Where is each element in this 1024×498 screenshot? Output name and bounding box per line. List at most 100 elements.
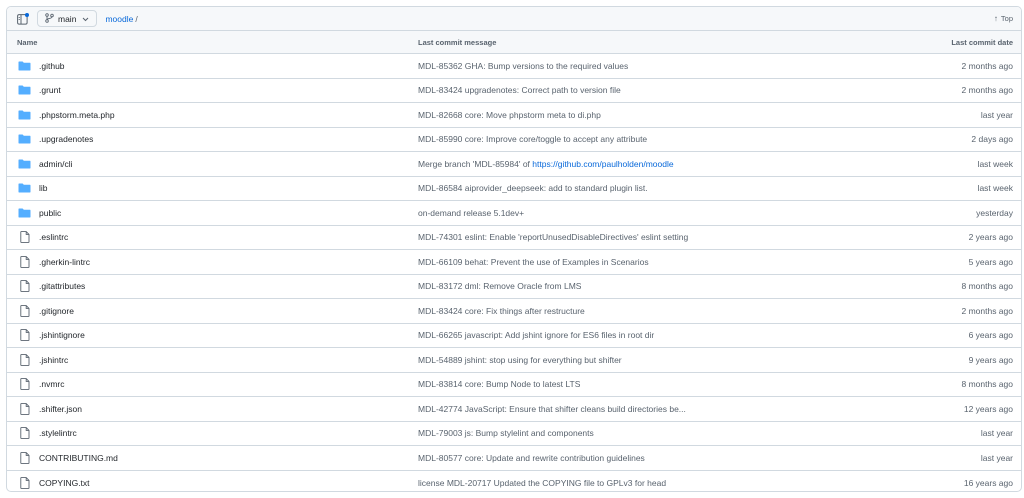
folder-icon	[18, 109, 31, 120]
file-name-link[interactable]: COPYING.txt	[39, 478, 90, 488]
commit-date-cell: 8 months ago	[961, 281, 1013, 292]
file-name-link[interactable]: .gitignore	[39, 306, 74, 316]
file-row[interactable]: .gitattributes MDL-83172 dml: Remove Orac…	[7, 275, 1021, 299]
file-name-link[interactable]: .phpstorm.meta.php	[39, 110, 115, 120]
commit-date-cell: 2 days ago	[971, 134, 1013, 145]
file-row[interactable]: .upgradenotes MDL-85990 core: Improve cor…	[7, 128, 1021, 152]
commit-date-cell: yesterday	[976, 207, 1013, 218]
commit-message-link[interactable]: MDL-83424 core: Fix things after restruc…	[418, 306, 585, 316]
chevron-down-icon	[82, 14, 89, 24]
branch-name: main	[58, 13, 77, 24]
file-icon	[18, 329, 31, 342]
folder-icon	[18, 207, 31, 218]
file-row[interactable]: .gherkin-lintrc MDL-66109 behat: Prevent …	[7, 250, 1021, 275]
commit-date-cell: 16 years ago	[963, 477, 1013, 488]
file-name-link[interactable]: admin/cli	[39, 159, 73, 169]
branch-icon	[45, 12, 54, 25]
file-icon	[18, 280, 31, 293]
commit-message-cell: MDL-85362 GHA: Bump versions to the requ…	[418, 61, 821, 71]
commit-date-cell: 2 years ago	[968, 232, 1013, 243]
file-name-link[interactable]: .jshintignore	[39, 330, 85, 340]
file-row[interactable]: .github MDL-85362 GHA: Bump versions to t…	[7, 54, 1021, 79]
file-name-cell: .jshintignore	[7, 329, 418, 342]
commit-message-url-link[interactable]: https://github.com/paulholden/moodle	[532, 159, 673, 169]
commit-message-link[interactable]: Merge branch 'MDL-85984' of	[418, 159, 532, 169]
folder-icon	[18, 85, 31, 96]
file-row[interactable]: .grunt MDL-83424 upgradenotes: Correct pa…	[7, 79, 1021, 103]
file-icon	[18, 353, 31, 366]
file-row[interactable]: CONTRIBUTING.md MDL-80577 core: Update an…	[7, 446, 1021, 471]
file-name-link[interactable]: CONTRIBUTING.md	[39, 453, 118, 463]
file-name-link[interactable]: .jshintrc	[39, 355, 68, 365]
commit-message-link[interactable]: MDL-42774 JavaScript: Ensure that shifte…	[418, 404, 686, 414]
file-name-link[interactable]: .stylelintrc	[39, 428, 77, 438]
top-link[interactable]: ↑ Top	[994, 14, 1013, 23]
file-name-link[interactable]: public	[39, 208, 61, 218]
file-row[interactable]: lib MDL-86584 aiprovider_deepseek: add to…	[7, 177, 1021, 201]
commit-message-link[interactable]: MDL-66109 behat: Prevent the use of Exam…	[418, 257, 649, 267]
file-name-link[interactable]: .shifter.json	[39, 404, 82, 414]
commit-date-cell: 5 years ago	[968, 256, 1013, 267]
commit-message-link[interactable]: MDL-74301 eslint: Enable 'reportUnusedDi…	[418, 232, 688, 242]
column-header-name: Name	[17, 37, 38, 47]
file-icon	[18, 451, 31, 464]
file-name-link[interactable]: .gherkin-lintrc	[39, 257, 90, 267]
file-icon	[18, 378, 31, 391]
side-panel-toggle-icon[interactable]	[15, 11, 31, 27]
file-icon	[18, 231, 31, 244]
breadcrumb-repo-link[interactable]: moodle	[105, 14, 133, 24]
file-row[interactable]: .nvmrc MDL-83814 core: Bump Node to lates…	[7, 373, 1021, 397]
file-name-link[interactable]: lib	[39, 183, 48, 193]
folder-icon	[18, 158, 31, 169]
file-name-link[interactable]: .gitattributes	[39, 281, 85, 291]
commit-message-link[interactable]: MDL-85362 GHA: Bump versions to the requ…	[418, 61, 628, 71]
table-header: Name Last commit message Last commit dat…	[7, 31, 1021, 54]
commit-message-cell: MDL-74301 eslint: Enable 'reportUnusedDi…	[418, 232, 821, 242]
commit-message-link[interactable]: MDL-79003 js: Bump stylelint and compone…	[418, 428, 594, 438]
file-name-link[interactable]: .eslintrc	[39, 232, 68, 242]
arrow-up-icon: ↑	[993, 14, 998, 23]
file-row[interactable]: admin/cli Merge branch 'MDL-85984' of htt…	[7, 152, 1021, 177]
commit-message-cell: Merge branch 'MDL-85984' of https://gith…	[418, 159, 821, 169]
commit-message-link[interactable]: MDL-83814 core: Bump Node to latest LTS	[418, 379, 580, 389]
file-row[interactable]: .jshintignore MDL-66265 javascript: Add j…	[7, 324, 1021, 348]
folder-icon	[18, 183, 31, 194]
file-name-link[interactable]: .grunt	[39, 85, 61, 95]
commit-message-link[interactable]: MDL-54889 jshint: stop using for everyth…	[418, 355, 622, 365]
file-icon	[18, 402, 31, 415]
commit-message-link[interactable]: license MDL-20717 Updated the COPYING fi…	[418, 478, 666, 488]
folder-icon	[18, 60, 31, 71]
file-name-cell: .gitattributes	[7, 280, 418, 293]
file-browser-toolbar: main moodle / ↑ Top	[7, 7, 1021, 31]
commit-message-link[interactable]: MDL-85990 core: Improve core/toggle to a…	[418, 134, 647, 144]
file-name-cell: lib	[7, 183, 418, 194]
column-header-message: Last commit message	[418, 37, 497, 47]
commit-message-cell: MDL-86584 aiprovider_deepseek: add to st…	[418, 183, 821, 193]
commit-message-link[interactable]: MDL-83424 upgradenotes: Correct path to …	[418, 85, 621, 95]
file-row[interactable]: public on-demand release 5.1dev+ yesterday	[7, 201, 1021, 226]
file-name-link[interactable]: .nvmrc	[39, 379, 65, 389]
commit-message-link[interactable]: MDL-82668 core: Move phpstorm meta to di…	[418, 110, 601, 120]
file-row[interactable]: .shifter.json MDL-42774 JavaScript: Ensur…	[7, 397, 1021, 422]
commit-date-cell: 9 years ago	[968, 354, 1013, 365]
file-name-cell: .gitignore	[7, 304, 418, 317]
file-name-link[interactable]: .github	[39, 61, 65, 71]
commit-message-cell: MDL-83424 upgradenotes: Correct path to …	[418, 85, 821, 95]
file-row[interactable]: .phpstorm.meta.php MDL-82668 core: Move p…	[7, 103, 1021, 128]
commit-message-link[interactable]: MDL-66265 javascript: Add jshint ignore …	[418, 330, 654, 340]
file-row[interactable]: COPYING.txt license MDL-20717 Updated the…	[7, 471, 1021, 492]
commit-message-link[interactable]: on-demand release 5.1dev+	[418, 208, 524, 218]
commit-message-link[interactable]: MDL-83172 dml: Remove Oracle from LMS	[418, 281, 581, 291]
branch-selector-button[interactable]: main	[37, 10, 98, 27]
commit-message-link[interactable]: MDL-86584 aiprovider_deepseek: add to st…	[418, 183, 648, 193]
commit-date-cell: last year	[980, 428, 1013, 439]
file-row[interactable]: .stylelintrc MDL-79003 js: Bump stylelint…	[7, 422, 1021, 446]
file-row[interactable]: .gitignore MDL-83424 core: Fix things aft…	[7, 299, 1021, 324]
file-name-cell: public	[7, 207, 418, 218]
commit-message-link[interactable]: MDL-80577 core: Update and rewrite contr…	[418, 453, 645, 463]
file-name-link[interactable]: .upgradenotes	[39, 134, 93, 144]
file-row[interactable]: .eslintrc MDL-74301 eslint: Enable 'repor…	[7, 226, 1021, 250]
commit-date-cell: last week	[977, 158, 1013, 169]
file-row[interactable]: .jshintrc MDL-54889 jshint: stop using fo…	[7, 348, 1021, 373]
commit-message-cell: MDL-85990 core: Improve core/toggle to a…	[418, 134, 821, 144]
